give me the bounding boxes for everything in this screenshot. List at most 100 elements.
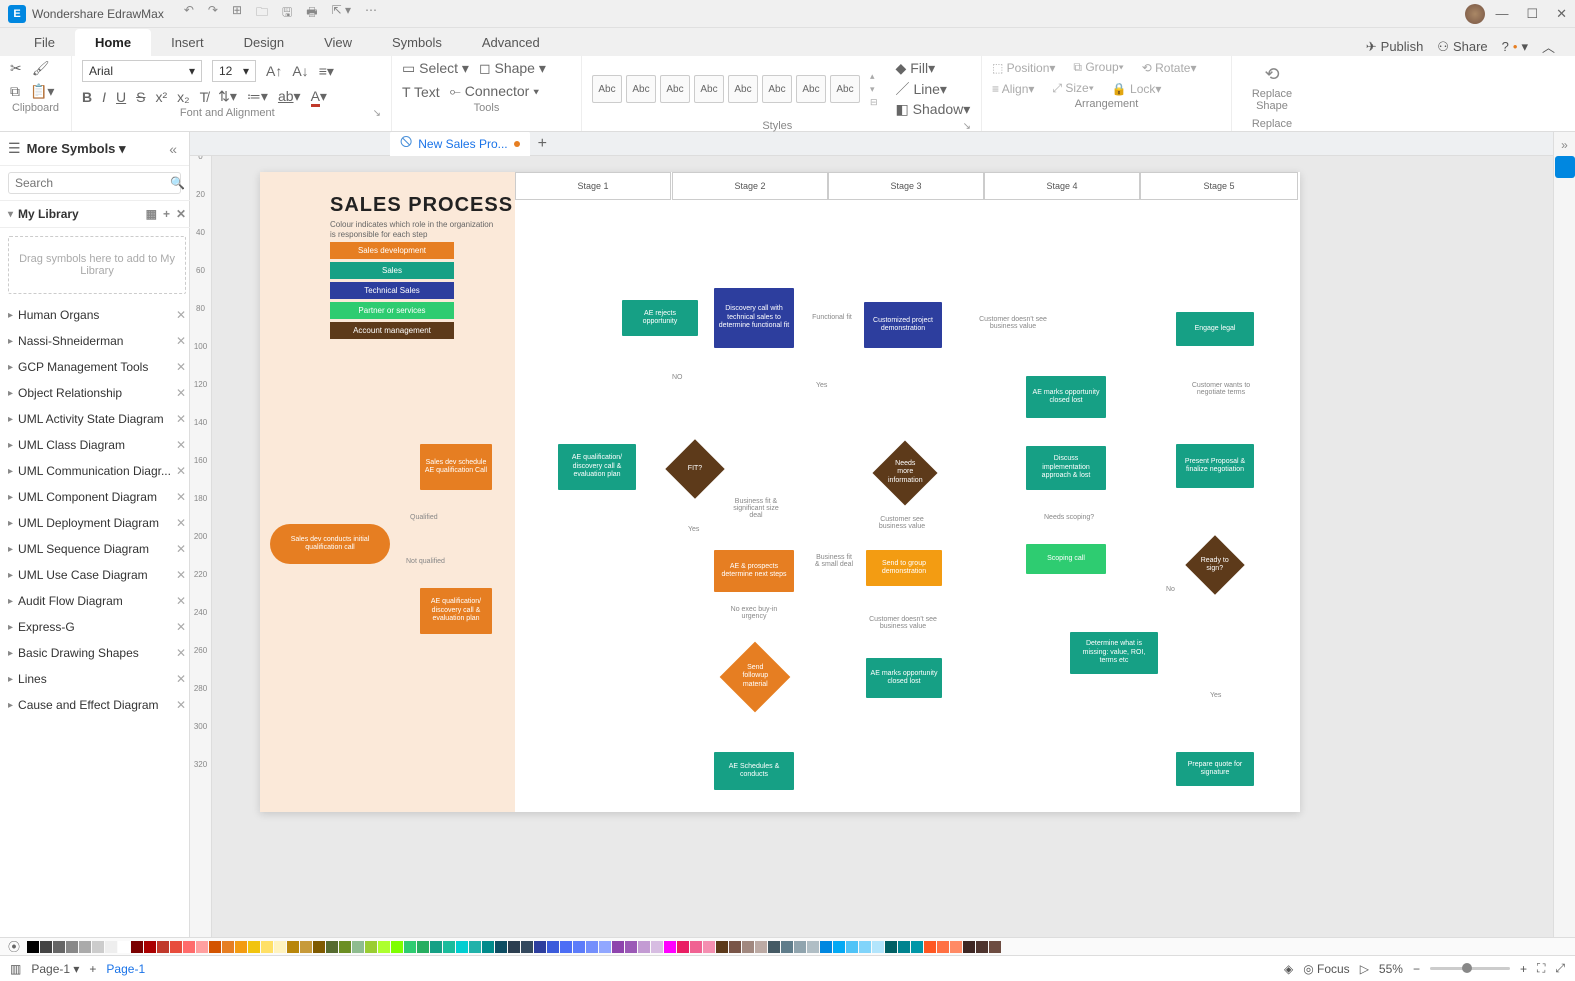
size-button[interactable]: ⤢ Size▾ <box>1052 81 1093 96</box>
document-tab[interactable]: 🛇 New Sales Pro... <box>390 132 530 156</box>
style-preset[interactable]: Abc <box>626 75 656 103</box>
symbol-search[interactable]: 🔍 <box>8 172 181 194</box>
clear-format-icon[interactable]: T̸ <box>200 89 209 105</box>
symbol-category[interactable]: ▸UML Component Diagram✕ <box>0 484 194 510</box>
category-close-icon[interactable]: ✕ <box>176 568 186 582</box>
color-swatch[interactable] <box>248 941 260 953</box>
category-close-icon[interactable]: ✕ <box>176 594 186 608</box>
zoom-level[interactable]: 55% <box>1379 962 1403 976</box>
color-swatch[interactable] <box>287 941 299 953</box>
style-preset[interactable]: Abc <box>830 75 860 103</box>
collapse-ribbon-icon[interactable]: ︿ <box>1542 37 1555 56</box>
present-icon[interactable]: ▷ <box>1360 962 1369 976</box>
focus-button[interactable]: ◎ Focus <box>1303 962 1350 976</box>
text-tool[interactable]: T Text <box>402 84 440 100</box>
paste-icon[interactable]: 📋▾ <box>30 83 54 100</box>
color-swatch[interactable] <box>820 941 832 953</box>
symbol-category[interactable]: ▸Cause and Effect Diagram✕ <box>0 692 194 718</box>
symbol-category[interactable]: ▸UML Deployment Diagram✕ <box>0 510 194 536</box>
menu-tab-advanced[interactable]: Advanced <box>462 29 560 56</box>
category-close-icon[interactable]: ✕ <box>176 438 186 452</box>
bullets-icon[interactable]: ≔▾ <box>247 88 268 105</box>
color-swatch[interactable] <box>131 941 143 953</box>
canvas[interactable]: SALES PROCESS Colour indicates which rol… <box>212 152 1553 937</box>
fit-page-icon[interactable]: ⛶ <box>1537 961 1545 976</box>
color-swatch[interactable] <box>170 941 182 953</box>
zoom-slider[interactable] <box>1430 967 1510 970</box>
page-name[interactable]: Page-1 ▾ <box>31 962 79 976</box>
color-swatch[interactable] <box>534 941 546 953</box>
color-swatch[interactable] <box>40 941 52 953</box>
styles-down-icon[interactable]: ▾ <box>870 84 878 95</box>
node-discuss-impl[interactable]: Discuss implementation approach & lost <box>1026 446 1106 490</box>
color-swatch[interactable] <box>586 941 598 953</box>
subscript-icon[interactable]: x₂ <box>177 89 189 105</box>
color-swatch[interactable] <box>430 941 442 953</box>
category-close-icon[interactable]: ✕ <box>176 620 186 634</box>
node-schedule-ae[interactable]: Sales dev schedule AE qualification Call <box>420 444 492 490</box>
color-swatch[interactable] <box>885 941 897 953</box>
color-swatch[interactable] <box>235 941 247 953</box>
color-swatch[interactable] <box>833 941 845 953</box>
category-close-icon[interactable]: ✕ <box>176 672 186 686</box>
color-swatch[interactable] <box>469 941 481 953</box>
symbol-category[interactable]: ▸Human Organs✕ <box>0 302 194 328</box>
align-button[interactable]: ≡ Align▾ <box>992 82 1034 96</box>
save-icon[interactable]: 🖫 <box>282 3 292 24</box>
shadow-button[interactable]: ◧ Shadow▾ <box>896 101 971 118</box>
lock-button[interactable]: 🔒 Lock▾ <box>1112 82 1162 96</box>
menu-tab-symbols[interactable]: Symbols <box>372 29 462 56</box>
node-send-followup[interactable]: Send followup material <box>720 642 791 713</box>
add-page-icon[interactable]: + <box>89 962 96 976</box>
color-swatch[interactable] <box>963 941 975 953</box>
export-icon[interactable]: ⇱ ▾ <box>332 3 351 24</box>
color-swatch[interactable] <box>326 941 338 953</box>
node-ready-sign[interactable]: Ready to sign? <box>1185 535 1244 594</box>
color-swatch[interactable] <box>638 941 650 953</box>
category-close-icon[interactable]: ✕ <box>176 386 186 400</box>
color-swatch[interactable] <box>937 941 949 953</box>
category-close-icon[interactable]: ✕ <box>176 464 186 478</box>
symbol-category[interactable]: ▸UML Activity State Diagram✕ <box>0 406 194 432</box>
node-engage-legal[interactable]: Engage legal <box>1176 312 1254 346</box>
color-swatch[interactable] <box>859 941 871 953</box>
color-swatch[interactable] <box>222 941 234 953</box>
undo-icon[interactable]: ↶ <box>184 3 194 24</box>
color-swatch[interactable] <box>924 941 936 953</box>
node-ae-qual-2[interactable]: AE qualification/ discovery call & evalu… <box>420 588 492 634</box>
publish-button[interactable]: ✈Publish <box>1366 39 1424 55</box>
symbol-category[interactable]: ▸UML Sequence Diagram✕ <box>0 536 194 562</box>
color-swatch[interactable] <box>612 941 624 953</box>
color-swatch[interactable] <box>521 941 533 953</box>
color-swatch[interactable] <box>703 941 715 953</box>
styles-up-icon[interactable]: ▴ <box>870 71 878 82</box>
node-present-proposal[interactable]: Present Proposal & finalize negotiation <box>1176 444 1254 488</box>
symbol-category[interactable]: ▸UML Class Diagram✕ <box>0 432 194 458</box>
category-close-icon[interactable]: ✕ <box>176 490 186 504</box>
strike-icon[interactable]: S <box>136 89 145 105</box>
symbol-category[interactable]: ▸Audit Flow Diagram✕ <box>0 588 194 614</box>
color-swatch[interactable] <box>651 941 663 953</box>
node-prepare-quote[interactable]: Prepare quote for signature <box>1176 752 1254 786</box>
color-swatch[interactable] <box>495 941 507 953</box>
zoom-in-icon[interactable]: + <box>1520 962 1527 976</box>
color-swatch[interactable] <box>417 941 429 953</box>
color-swatch[interactable] <box>300 941 312 953</box>
category-close-icon[interactable]: ✕ <box>176 646 186 660</box>
replace-shape-button[interactable]: ⟲ Replace Shape <box>1242 60 1302 116</box>
color-swatch[interactable] <box>872 941 884 953</box>
color-swatch[interactable] <box>664 941 676 953</box>
color-swatch[interactable] <box>898 941 910 953</box>
search-input[interactable] <box>15 176 170 190</box>
superscript-icon[interactable]: x² <box>155 89 167 105</box>
color-swatch[interactable] <box>274 941 286 953</box>
color-swatch[interactable] <box>911 941 923 953</box>
new-doc-tab[interactable]: + <box>538 135 547 153</box>
node-discovery-call[interactable]: Discovery call with technical sales to d… <box>714 288 794 348</box>
position-button[interactable]: ⬚ Position▾ <box>992 61 1055 75</box>
search-icon[interactable]: 🔍 <box>170 176 185 190</box>
color-swatch[interactable] <box>352 941 364 953</box>
color-swatch[interactable] <box>157 941 169 953</box>
lib-grid-icon[interactable]: ▦ <box>146 207 157 221</box>
color-swatch[interactable] <box>768 941 780 953</box>
